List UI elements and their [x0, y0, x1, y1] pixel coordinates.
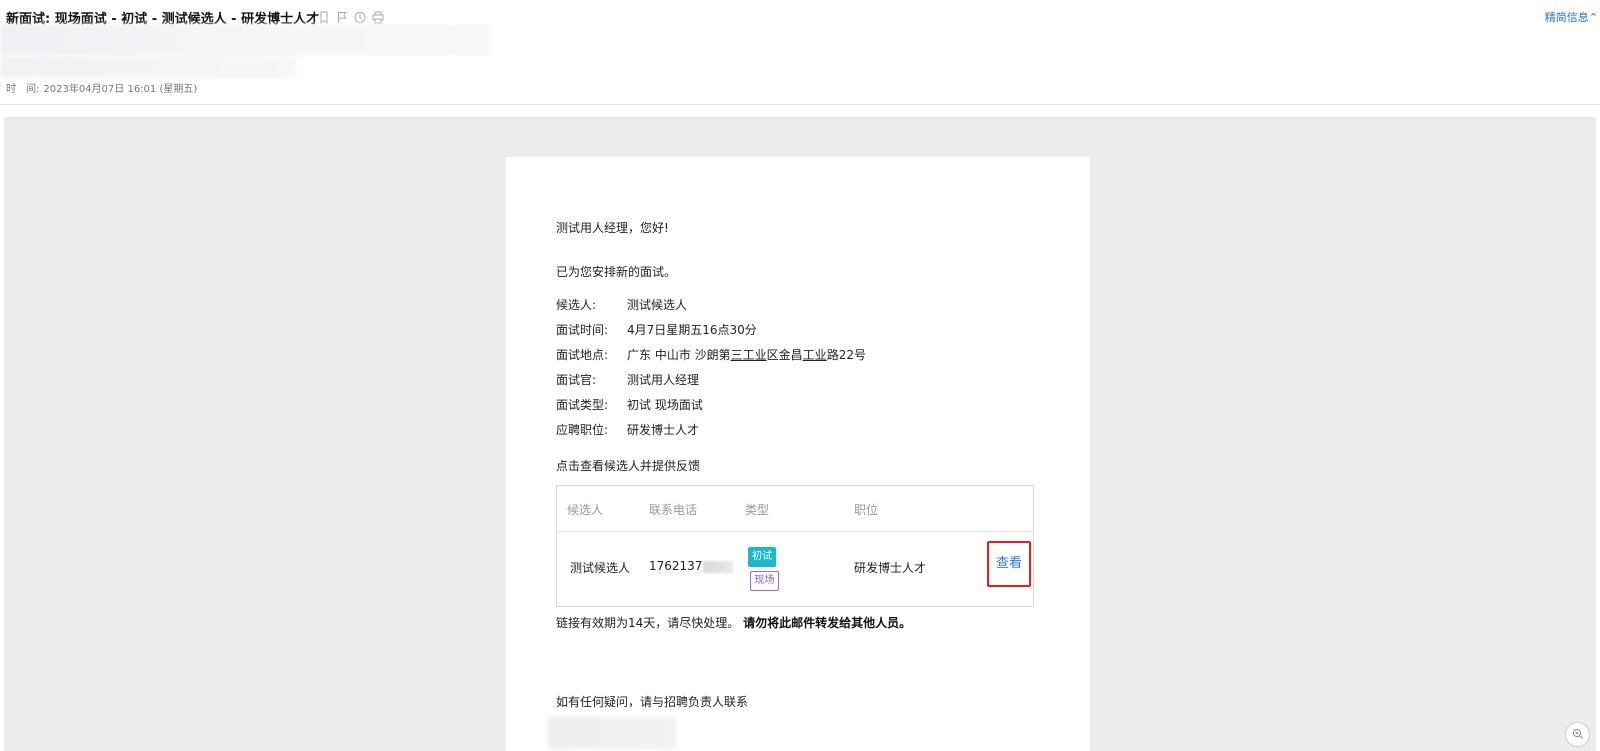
greeting-rest: 用人经理，您好!: [580, 221, 669, 235]
detail-candidate: 候选人: 测试候选人: [556, 298, 688, 312]
cell-position: 研发博士人才: [854, 561, 927, 575]
zoom-button[interactable]: [1565, 722, 1590, 747]
column-header: 类型: [745, 503, 770, 517]
table-header: 候选人 联系电话 类型 职位: [557, 486, 1033, 532]
redacted-signature: [548, 717, 676, 749]
greeting: 测试用人经理，您好!: [556, 219, 669, 236]
intro-text: 已为您安排新的面试。: [556, 265, 677, 279]
time-value: 2023年04月07日 16:01 (星期五): [43, 84, 198, 95]
detail-interview-type: 面试类型: 初试 现场面试: [556, 398, 703, 412]
time-label: 时 间:: [6, 84, 40, 95]
brief-info-toggle[interactable]: 精简信息⌃: [1545, 9, 1598, 25]
flag-icon[interactable]: [336, 9, 348, 23]
detail-position: 应聘职位: 研发博士人才: [556, 423, 700, 437]
candidate-table: 候选人 联系电话 类型 职位 测试候选人 1762137 初试 现场 研发博士人…: [556, 485, 1034, 607]
view-candidate-button[interactable]: 查看: [987, 541, 1031, 587]
tag-first-round: 初试: [748, 547, 776, 567]
validity-notice: 链接有效期为14天，请尽快处理。 请勿将此邮件转发给其他人员。: [556, 616, 912, 630]
contact-text: 如有任何疑问，请与招聘负责人联系: [556, 695, 749, 709]
click-hint: 点击查看候选人并提供反馈: [556, 459, 701, 473]
brief-info-label: 精简信息: [1544, 11, 1589, 24]
print-icon[interactable]: [372, 9, 384, 24]
location-value: 广东 中山市 沙朗第三工业区金昌工业路22号: [627, 348, 866, 362]
tag-onsite: 现场: [750, 571, 779, 591]
greeting-prefix: 测试: [556, 221, 581, 235]
detail-interviewer: 面试官: 测试用人经理: [556, 373, 700, 387]
phone-redaction: [703, 560, 734, 573]
clock-icon[interactable]: [354, 9, 366, 23]
redacted-sender: [0, 56, 296, 78]
forward-warning: 请勿将此邮件转发给其他人员。: [743, 616, 912, 630]
column-header: 联系电话: [649, 503, 698, 517]
zoom-in-icon: [1572, 725, 1584, 744]
chevron-up-icon: ⌃: [1588, 11, 1598, 24]
email-header: 新面试: 现场面试 - 初试 - 测试候选人 - 研发博士人才 时 间: 2023…: [0, 0, 1600, 105]
bookmark-icon[interactable]: [318, 9, 330, 25]
redacted-recipients: [0, 24, 490, 56]
email-content-card: 测试用人经理，您好! 已为您安排新的面试。 候选人: 测试候选人 面试时间: 4月7…: [506, 157, 1090, 751]
column-header: 职位: [854, 503, 879, 517]
column-header: 候选人: [567, 503, 604, 517]
detail-interview-time: 面试时间: 4月7日星期五16点30分: [556, 323, 757, 337]
cell-candidate: 测试候选人: [570, 561, 631, 575]
detail-interview-location: 面试地点: 广东 中山市 沙朗第三工业区金昌工业路22号: [556, 348, 866, 362]
subject-actions: [318, 9, 384, 25]
email-time: 时 间: 2023年04月07日 16:01 (星期五): [6, 80, 197, 95]
cell-phone: 1762137: [649, 559, 734, 573]
